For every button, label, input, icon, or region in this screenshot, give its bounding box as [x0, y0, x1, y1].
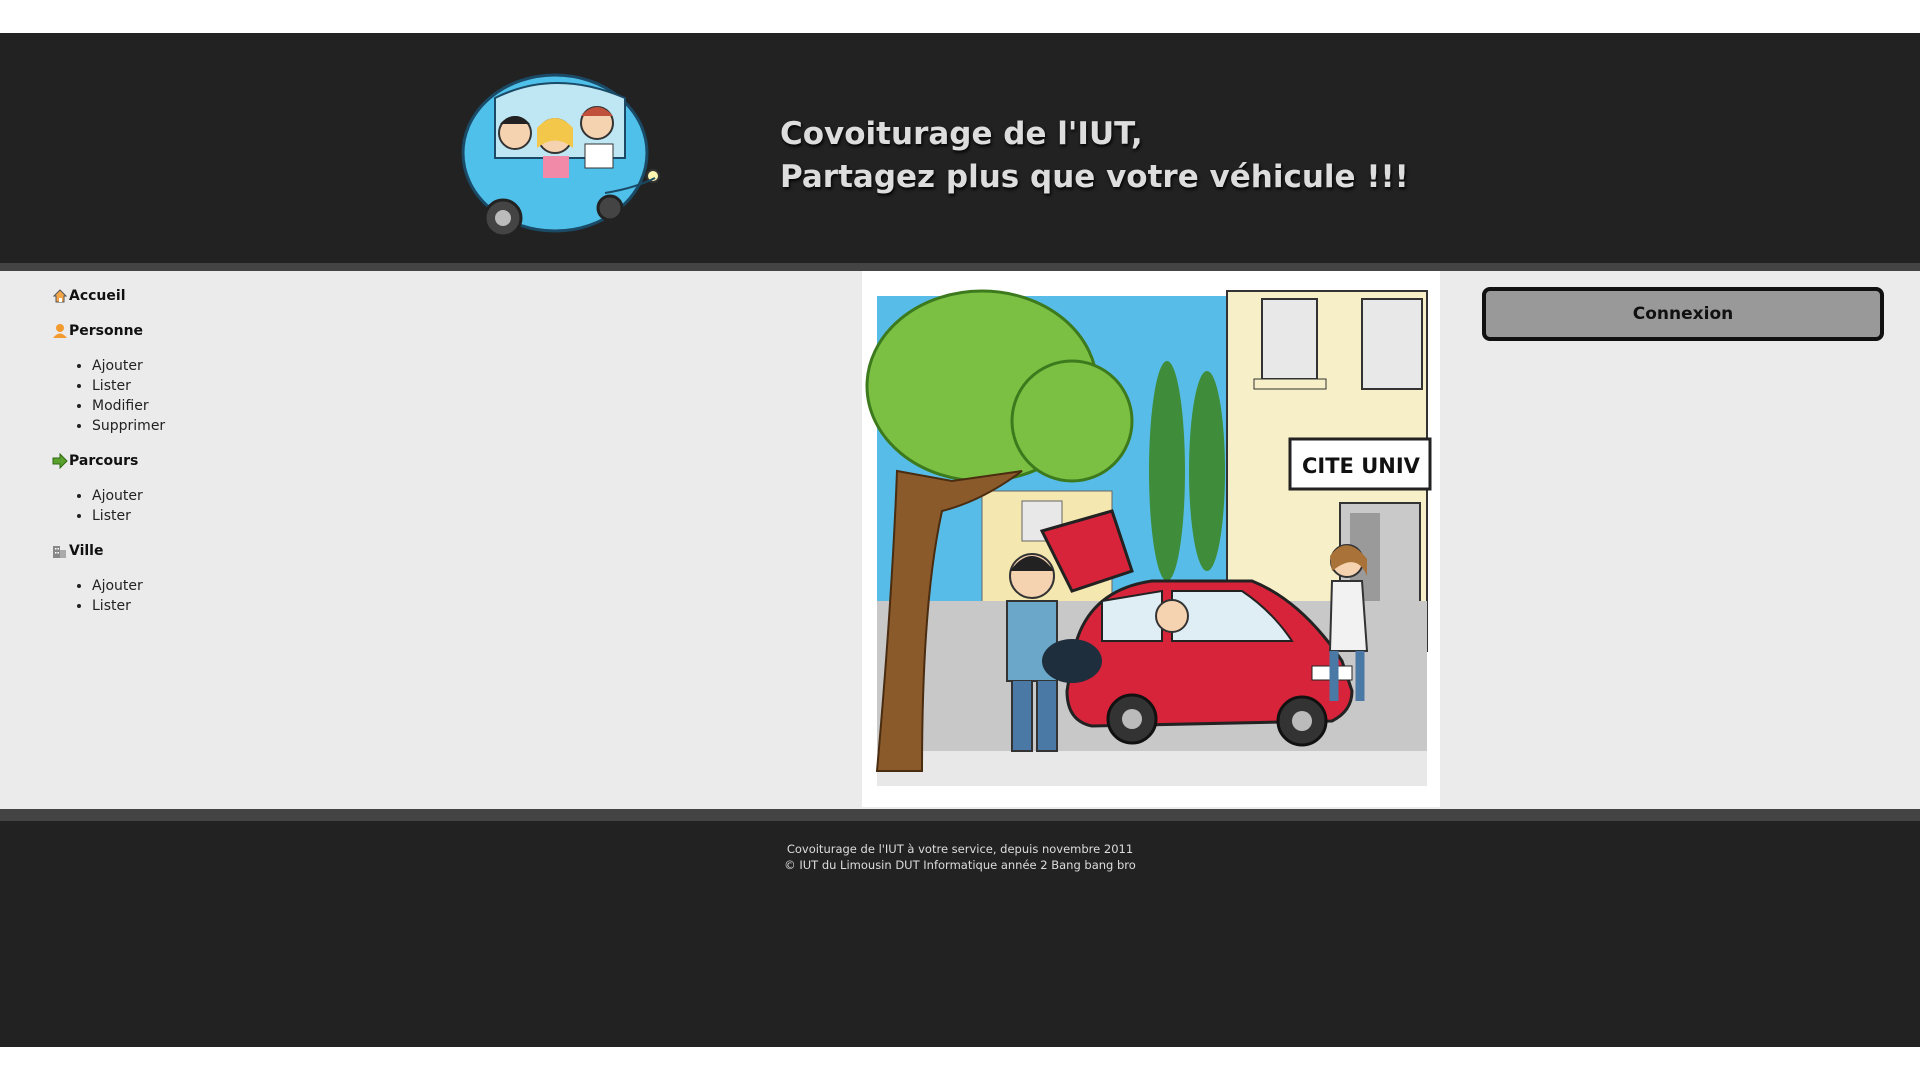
- nav-ville-label: Ville: [69, 543, 104, 559]
- footer-line2: © IUT du Limousin DUT Informatique année…: [784, 858, 1136, 872]
- personne-lister-link[interactable]: Lister: [92, 376, 352, 396]
- person-icon: [53, 324, 67, 338]
- footer-line1: Covoiturage de l'IUT à votre service, de…: [786, 842, 1134, 856]
- header-divider: [0, 263, 1920, 271]
- parcours-submenu: Ajouter Lister: [52, 486, 352, 526]
- personne-supprimer-link[interactable]: Supprimer: [92, 416, 352, 436]
- nav-ville[interactable]: Ville: [52, 541, 352, 561]
- nav-personne[interactable]: Personne: [52, 321, 352, 341]
- ville-lister-link[interactable]: Lister: [92, 596, 352, 616]
- nav-parcours[interactable]: Parcours: [52, 451, 352, 471]
- login-button[interactable]: Connexion: [1482, 287, 1884, 341]
- home-icon: [52, 289, 68, 303]
- nav-personne-label: Personne: [69, 323, 144, 339]
- personne-modifier-link[interactable]: Modifier: [92, 396, 352, 416]
- carpool-illustration: CITE UNIV: [862, 271, 1440, 807]
- ville-submenu: Ajouter Lister: [52, 576, 352, 616]
- ville-ajouter-link[interactable]: Ajouter: [92, 576, 352, 596]
- site-footer: Covoiturage de l'IUT à votre service, de…: [0, 821, 1920, 1047]
- parcours-lister-link[interactable]: Lister: [92, 506, 352, 526]
- footer-text: Covoiturage de l'IUT à votre service, de…: [0, 841, 1920, 873]
- nav-accueil[interactable]: Accueil: [52, 286, 352, 306]
- nav-parcours-label: Parcours: [69, 453, 139, 469]
- parcours-ajouter-link[interactable]: Ajouter: [92, 486, 352, 506]
- site-title: Covoiturage de l'IUT, Partagez plus que …: [780, 113, 1409, 199]
- sidebar-nav: Accueil Personne Ajouter Lister Modifier…: [52, 286, 352, 616]
- personne-ajouter-link[interactable]: Ajouter: [92, 356, 352, 376]
- site-title-line2: Partagez plus que votre véhicule !!!: [780, 159, 1409, 195]
- personne-submenu: Ajouter Lister Modifier Supprimer: [52, 356, 352, 436]
- logo[interactable]: [455, 58, 665, 253]
- arrow-right-icon: [52, 453, 68, 469]
- footer-divider: [0, 809, 1920, 821]
- nav-accueil-label: Accueil: [69, 288, 126, 304]
- building-icon: [53, 546, 66, 558]
- site-title-line1: Covoiturage de l'IUT,: [780, 116, 1143, 152]
- main-content: Accueil Personne Ajouter Lister Modifier…: [0, 271, 1920, 809]
- cite-univ-sign: CITE UNIV: [1302, 454, 1421, 478]
- site-header: Covoiturage de l'IUT, Partagez plus que …: [0, 33, 1920, 263]
